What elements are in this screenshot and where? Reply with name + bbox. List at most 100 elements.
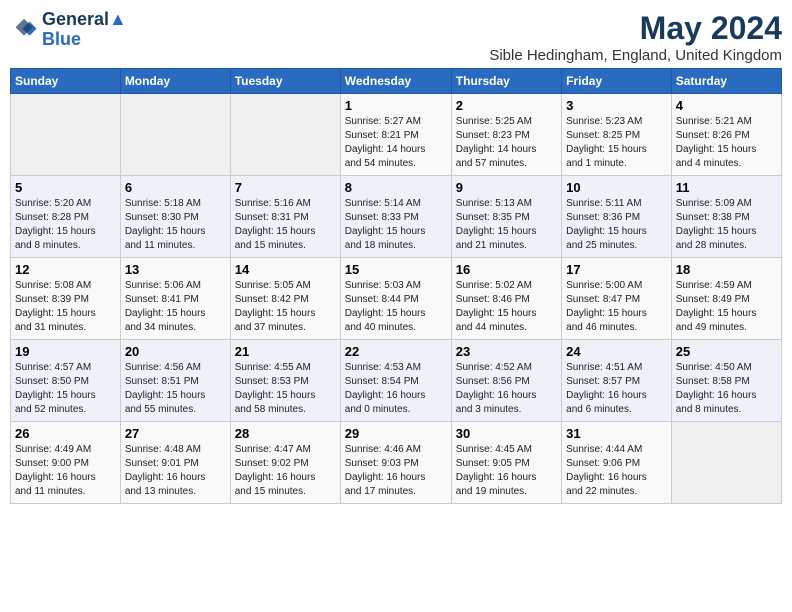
- calendar-day-cell: 4 Sunrise: 5:21 AM Sunset: 8:26 PM Daylig…: [671, 94, 781, 176]
- logo-icon: [10, 16, 38, 44]
- day-number: 21: [235, 344, 336, 359]
- calendar-week-row: 26 Sunrise: 4:49 AM Sunset: 9:00 PM Dayli…: [11, 422, 782, 504]
- day-info: Sunrise: 5:27 AM Sunset: 8:21 PM Dayligh…: [345, 115, 447, 171]
- calendar-week-row: 1 Sunrise: 5:27 AM Sunset: 8:21 PM Daylig…: [11, 94, 782, 176]
- calendar-day-cell: 18 Sunrise: 4:59 AM Sunset: 8:49 PM Dayli…: [671, 258, 781, 340]
- calendar-day-cell: 23 Sunrise: 4:52 AM Sunset: 8:56 PM Dayli…: [451, 340, 561, 422]
- day-number: 20: [125, 344, 226, 359]
- day-number: 6: [125, 180, 226, 195]
- day-number: 13: [125, 262, 226, 277]
- day-info: Sunrise: 5:13 AM Sunset: 8:35 PM Dayligh…: [456, 197, 557, 253]
- day-number: 30: [456, 426, 557, 441]
- day-number: 8: [345, 180, 447, 195]
- day-info: Sunrise: 4:50 AM Sunset: 8:58 PM Dayligh…: [676, 361, 777, 417]
- day-number: 31: [566, 426, 667, 441]
- day-info: Sunrise: 4:59 AM Sunset: 8:49 PM Dayligh…: [676, 279, 777, 335]
- day-of-week-header: Sunday: [11, 69, 121, 94]
- day-number: 11: [676, 180, 777, 195]
- calendar-day-cell: 24 Sunrise: 4:51 AM Sunset: 8:57 PM Dayli…: [562, 340, 672, 422]
- day-of-week-header: Saturday: [671, 69, 781, 94]
- day-info: Sunrise: 4:51 AM Sunset: 8:57 PM Dayligh…: [566, 361, 667, 417]
- day-of-week-header: Thursday: [451, 69, 561, 94]
- day-info: Sunrise: 4:52 AM Sunset: 8:56 PM Dayligh…: [456, 361, 557, 417]
- day-number: 3: [566, 98, 667, 113]
- day-of-week-header: Wednesday: [340, 69, 451, 94]
- day-of-week-header: Tuesday: [230, 69, 340, 94]
- day-of-week-header: Monday: [120, 69, 230, 94]
- day-info: Sunrise: 4:45 AM Sunset: 9:05 PM Dayligh…: [456, 443, 557, 499]
- calendar-day-cell: 5 Sunrise: 5:20 AM Sunset: 8:28 PM Daylig…: [11, 176, 121, 258]
- day-number: 17: [566, 262, 667, 277]
- day-info: Sunrise: 5:21 AM Sunset: 8:26 PM Dayligh…: [676, 115, 777, 171]
- day-info: Sunrise: 5:09 AM Sunset: 8:38 PM Dayligh…: [676, 197, 777, 253]
- day-info: Sunrise: 5:00 AM Sunset: 8:47 PM Dayligh…: [566, 279, 667, 335]
- day-info: Sunrise: 4:44 AM Sunset: 9:06 PM Dayligh…: [566, 443, 667, 499]
- day-number: 14: [235, 262, 336, 277]
- day-info: Sunrise: 5:20 AM Sunset: 8:28 PM Dayligh…: [15, 197, 116, 253]
- day-number: 2: [456, 98, 557, 113]
- day-info: Sunrise: 5:11 AM Sunset: 8:36 PM Dayligh…: [566, 197, 667, 253]
- day-number: 27: [125, 426, 226, 441]
- day-info: Sunrise: 5:05 AM Sunset: 8:42 PM Dayligh…: [235, 279, 336, 335]
- day-info: Sunrise: 4:55 AM Sunset: 8:53 PM Dayligh…: [235, 361, 336, 417]
- day-number: 4: [676, 98, 777, 113]
- calendar-day-cell: 30 Sunrise: 4:45 AM Sunset: 9:05 PM Dayli…: [451, 422, 561, 504]
- day-info: Sunrise: 4:47 AM Sunset: 9:02 PM Dayligh…: [235, 443, 336, 499]
- calendar-week-row: 12Sunrise: 5:08 AM Sunset: 8:39 PM Dayli…: [11, 258, 782, 340]
- day-info: Sunrise: 4:57 AM Sunset: 8:50 PM Dayligh…: [15, 361, 116, 417]
- calendar-table: SundayMondayTuesdayWednesdayThursdayFrid…: [10, 68, 782, 504]
- calendar-day-cell: 29Sunrise: 4:46 AM Sunset: 9:03 PM Dayli…: [340, 422, 451, 504]
- day-info: Sunrise: 5:16 AM Sunset: 8:31 PM Dayligh…: [235, 197, 336, 253]
- calendar-day-cell: 20 Sunrise: 4:56 AM Sunset: 8:51 PM Dayli…: [120, 340, 230, 422]
- day-info: Sunrise: 4:48 AM Sunset: 9:01 PM Dayligh…: [125, 443, 226, 499]
- calendar-day-cell: 8Sunrise: 5:14 AM Sunset: 8:33 PM Daylig…: [340, 176, 451, 258]
- title-block: May 2024 Sible Hedingham, England, Unite…: [489, 10, 782, 64]
- day-number: 19: [15, 344, 116, 359]
- day-number: 24: [566, 344, 667, 359]
- page-header: General▲ Blue May 2024 Sible Hedingham, …: [10, 10, 782, 64]
- day-number: 22: [345, 344, 447, 359]
- day-number: 15: [345, 262, 447, 277]
- day-number: 1: [345, 98, 447, 113]
- day-info: Sunrise: 4:53 AM Sunset: 8:54 PM Dayligh…: [345, 361, 447, 417]
- location-title: Sible Hedingham, England, United Kingdom: [489, 47, 782, 64]
- day-info: Sunrise: 5:25 AM Sunset: 8:23 PM Dayligh…: [456, 115, 557, 171]
- day-header-row: SundayMondayTuesdayWednesdayThursdayFrid…: [11, 69, 782, 94]
- calendar-day-cell: 21 Sunrise: 4:55 AM Sunset: 8:53 PM Dayli…: [230, 340, 340, 422]
- calendar-day-cell: 19 Sunrise: 4:57 AM Sunset: 8:50 PM Dayli…: [11, 340, 121, 422]
- calendar-day-cell: 22 Sunrise: 4:53 AM Sunset: 8:54 PM Dayli…: [340, 340, 451, 422]
- calendar-day-cell: 6 Sunrise: 5:18 AM Sunset: 8:30 PM Daylig…: [120, 176, 230, 258]
- day-number: 23: [456, 344, 557, 359]
- calendar-day-cell: 27 Sunrise: 4:48 AM Sunset: 9:01 PM Dayli…: [120, 422, 230, 504]
- logo-text-line1: General▲: [42, 10, 127, 30]
- day-number: 18: [676, 262, 777, 277]
- calendar-day-cell: 9Sunrise: 5:13 AM Sunset: 8:35 PM Daylig…: [451, 176, 561, 258]
- day-info: Sunrise: 5:18 AM Sunset: 8:30 PM Dayligh…: [125, 197, 226, 253]
- month-title: May 2024: [489, 10, 782, 47]
- day-number: 26: [15, 426, 116, 441]
- calendar-day-cell: 26 Sunrise: 4:49 AM Sunset: 9:00 PM Dayli…: [11, 422, 121, 504]
- day-number: 7: [235, 180, 336, 195]
- day-number: 5: [15, 180, 116, 195]
- calendar-day-cell: 3Sunrise: 5:23 AM Sunset: 8:25 PM Daylig…: [562, 94, 672, 176]
- day-info: Sunrise: 4:46 AM Sunset: 9:03 PM Dayligh…: [345, 443, 447, 499]
- calendar-day-cell: [11, 94, 121, 176]
- day-info: Sunrise: 4:49 AM Sunset: 9:00 PM Dayligh…: [15, 443, 116, 499]
- calendar-day-cell: 13 Sunrise: 5:06 AM Sunset: 8:41 PM Dayli…: [120, 258, 230, 340]
- calendar-day-cell: 14 Sunrise: 5:05 AM Sunset: 8:42 PM Dayli…: [230, 258, 340, 340]
- day-number: 25: [676, 344, 777, 359]
- calendar-day-cell: 17 Sunrise: 5:00 AM Sunset: 8:47 PM Dayli…: [562, 258, 672, 340]
- day-info: Sunrise: 4:56 AM Sunset: 8:51 PM Dayligh…: [125, 361, 226, 417]
- calendar-day-cell: 25 Sunrise: 4:50 AM Sunset: 8:58 PM Dayli…: [671, 340, 781, 422]
- day-number: 12: [15, 262, 116, 277]
- calendar-day-cell: 31 Sunrise: 4:44 AM Sunset: 9:06 PM Dayli…: [562, 422, 672, 504]
- day-of-week-header: Friday: [562, 69, 672, 94]
- day-info: Sunrise: 5:06 AM Sunset: 8:41 PM Dayligh…: [125, 279, 226, 335]
- calendar-day-cell: 1 Sunrise: 5:27 AM Sunset: 8:21 PM Daylig…: [340, 94, 451, 176]
- calendar-day-cell: 10Sunrise: 5:11 AM Sunset: 8:36 PM Dayli…: [562, 176, 672, 258]
- calendar-day-cell: 15 Sunrise: 5:03 AM Sunset: 8:44 PM Dayli…: [340, 258, 451, 340]
- calendar-day-cell: [230, 94, 340, 176]
- day-info: Sunrise: 5:03 AM Sunset: 8:44 PM Dayligh…: [345, 279, 447, 335]
- calendar-day-cell: 7 Sunrise: 5:16 AM Sunset: 8:31 PM Daylig…: [230, 176, 340, 258]
- day-info: Sunrise: 5:02 AM Sunset: 8:46 PM Dayligh…: [456, 279, 557, 335]
